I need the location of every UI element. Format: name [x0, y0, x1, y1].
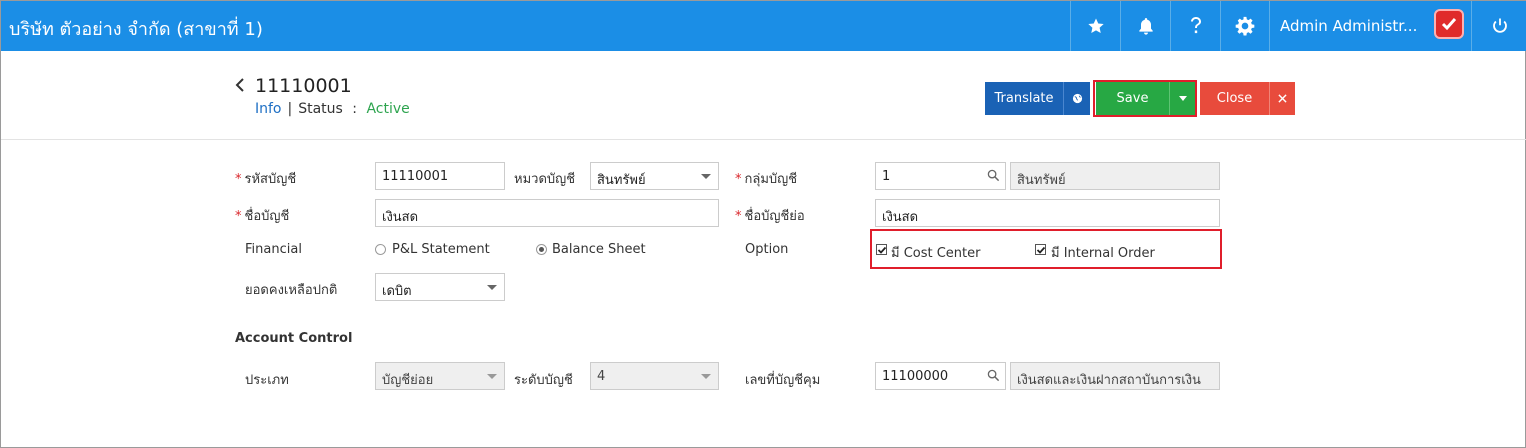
search-icon[interactable]	[987, 369, 1000, 382]
level-select[interactable]: 4	[590, 362, 719, 390]
chevron-down-icon	[701, 374, 711, 379]
required-mark: *	[735, 209, 742, 224]
type-value: บัญชีย่อย	[382, 373, 434, 388]
option-highlight-box	[870, 229, 1222, 269]
user-name: Admin Administr...	[1280, 17, 1418, 35]
control-account-input[interactable]: 11100000	[875, 362, 1006, 390]
account-name-value: เงินสด	[382, 210, 419, 225]
logout-power-icon[interactable]	[1471, 1, 1526, 51]
translate-label: Translate	[994, 91, 1054, 106]
chevron-down-icon	[487, 374, 497, 379]
account-group-desc: สินทรัพย์	[1010, 162, 1220, 190]
top-bar: บริษัท ตัวอย่าง จำกัด (สาขาที่ 1) Admin …	[1, 1, 1526, 51]
account-group-value: 1	[882, 169, 891, 184]
account-group-label-text: กลุ่มบัญชี	[744, 172, 798, 187]
financial-label: Financial	[245, 242, 302, 257]
required-mark: *	[735, 172, 742, 187]
normal-balance-label: ยอดคงเหลือปกติ	[245, 283, 338, 298]
chevron-down-icon	[701, 174, 711, 179]
account-short-name-label: * ชื่อบัญชีย่อ	[735, 205, 805, 226]
settings-gear-icon[interactable]	[1220, 1, 1269, 51]
document-subheader: Info | Status : Active	[255, 101, 410, 117]
normal-balance-select[interactable]: เดบิต	[375, 273, 505, 301]
account-short-name-label-text: ชื่อบัญชีย่อ	[744, 209, 805, 224]
option-label: Option	[745, 242, 789, 257]
required-mark: *	[235, 209, 242, 224]
account-control-title: Account Control	[235, 331, 353, 346]
help-icon[interactable]	[1170, 1, 1220, 51]
account-category-select[interactable]: สินทรัพย์	[590, 162, 719, 190]
control-account-desc: เงินสดและเงินฝากสถาบันการเงิน	[1010, 362, 1220, 390]
account-code-input[interactable]: 11110001	[375, 162, 505, 190]
required-mark: *	[235, 172, 242, 187]
balance-sheet-radio[interactable]	[536, 244, 547, 255]
account-group-desc-value: สินทรัพย์	[1017, 173, 1066, 188]
notification-bell-icon[interactable]	[1120, 1, 1170, 51]
close-x-icon[interactable]	[1269, 82, 1295, 115]
account-category-value: สินทรัพย์	[597, 173, 646, 188]
control-account-label: เลขที่บัญชีคุม	[745, 373, 821, 388]
favorite-star-icon[interactable]	[1070, 1, 1120, 51]
translate-button[interactable]: Translate	[985, 82, 1063, 115]
info-link[interactable]: Info	[255, 101, 282, 117]
control-account-desc-value: เงินสดและเงินฝากสถาบันการเงิน	[1017, 373, 1201, 388]
account-code-label: * รหัสบัญชี	[235, 168, 296, 189]
status-colon: :	[352, 101, 358, 117]
pl-statement-label[interactable]: P&L Statement	[392, 242, 490, 257]
level-label: ระดับบัญชี	[514, 373, 573, 388]
company-name[interactable]: บริษัท ตัวอย่าง จำกัด (สาขาที่ 1)	[9, 14, 263, 43]
document-header: 11110001 Info | Status : Active	[1, 51, 1526, 140]
account-code-label-text: รหัสบัญชี	[244, 172, 297, 187]
status-label: Status	[298, 101, 343, 117]
document-number: 11110001	[255, 75, 352, 97]
separator: |	[287, 101, 293, 117]
level-value: 4	[597, 369, 606, 384]
account-category-label: หมวดบัญชี	[514, 172, 576, 187]
back-chevron-icon[interactable]	[235, 77, 245, 97]
account-name-label: * ชื่อบัญชี	[235, 205, 289, 226]
control-account-value: 11100000	[882, 369, 949, 384]
chevron-down-icon	[487, 285, 497, 290]
type-label: ประเภท	[245, 373, 289, 388]
account-group-input[interactable]: 1	[875, 162, 1006, 190]
save-highlight-box	[1093, 80, 1197, 117]
user-menu[interactable]: Admin Administr...	[1269, 1, 1471, 51]
account-code-value: 11110001	[382, 169, 449, 184]
account-name-input[interactable]: เงินสด	[375, 199, 719, 227]
translate-globe-icon[interactable]	[1063, 82, 1090, 115]
avatar	[1434, 9, 1464, 39]
search-icon[interactable]	[987, 169, 1000, 182]
app-window: บริษัท ตัวอย่าง จำกัด (สาขาที่ 1) Admin …	[0, 0, 1526, 448]
status-value: Active	[366, 101, 410, 117]
account-short-name-input[interactable]: เงินสด	[875, 199, 1220, 227]
type-select[interactable]: บัญชีย่อย	[375, 362, 505, 390]
account-group-label: * กลุ่มบัญชี	[735, 168, 797, 189]
account-short-name-value: เงินสด	[882, 210, 919, 225]
normal-balance-value: เดบิต	[382, 284, 412, 299]
close-button[interactable]: Close	[1200, 82, 1269, 115]
pl-statement-radio[interactable]	[375, 244, 386, 255]
balance-sheet-label[interactable]: Balance Sheet	[552, 242, 646, 257]
account-name-label-text: ชื่อบัญชี	[244, 209, 290, 224]
close-label: Close	[1216, 91, 1253, 106]
